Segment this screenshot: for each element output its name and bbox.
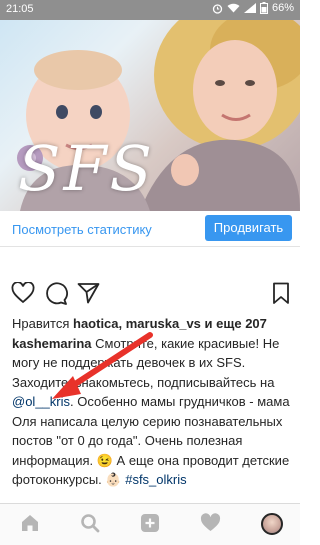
likes-prefix: Нравится <box>12 316 70 331</box>
likes-conjunction: и <box>204 316 213 331</box>
battery-icon <box>259 2 268 14</box>
likes-users[interactable]: haotica, maruska_vs <box>73 316 201 331</box>
post-actions <box>0 281 300 310</box>
promotion-bar: Посмотреть статистику Продвигать <box>0 211 300 247</box>
likes-line: Нравится haotica, maruska_vs и еще 207 <box>12 314 294 334</box>
add-icon[interactable] <box>140 513 160 538</box>
caption-username[interactable]: kashemarina <box>12 336 92 351</box>
comment-icon[interactable] <box>44 282 68 310</box>
signal-icon <box>243 3 256 13</box>
photo-overlay-text: SFS <box>18 132 155 205</box>
activity-heart-icon[interactable] <box>200 513 221 537</box>
status-icons: 66% <box>212 2 294 14</box>
share-icon[interactable] <box>77 282 100 309</box>
search-icon[interactable] <box>80 513 100 538</box>
caption-mention[interactable]: @ol__kris <box>12 394 70 409</box>
caption-hashtag[interactable]: #sfs_olkris <box>125 472 186 487</box>
alarm-icon <box>212 3 223 14</box>
status-time: 21:05 <box>6 3 34 15</box>
battery-percent: 66% <box>271 2 294 14</box>
bookmark-icon[interactable] <box>272 282 290 310</box>
bottom-navigation <box>0 503 300 545</box>
home-icon[interactable] <box>20 513 40 538</box>
view-insights-link[interactable]: Посмотреть статистику <box>12 222 152 237</box>
wifi-icon <box>227 3 240 13</box>
post-photo[interactable]: SFS <box>0 20 300 211</box>
profile-avatar[interactable] <box>261 513 283 535</box>
heart-icon[interactable] <box>11 281 35 309</box>
post-caption: Нравится haotica, maruska_vs и еще 207 k… <box>12 314 294 490</box>
caption-body: kashemarina Смотрите, какие красивые! Не… <box>12 334 294 490</box>
promote-button[interactable]: Продвигать <box>205 215 292 241</box>
status-bar: 21:05 66% <box>0 0 300 20</box>
likes-count[interactable]: еще 207 <box>216 316 267 331</box>
